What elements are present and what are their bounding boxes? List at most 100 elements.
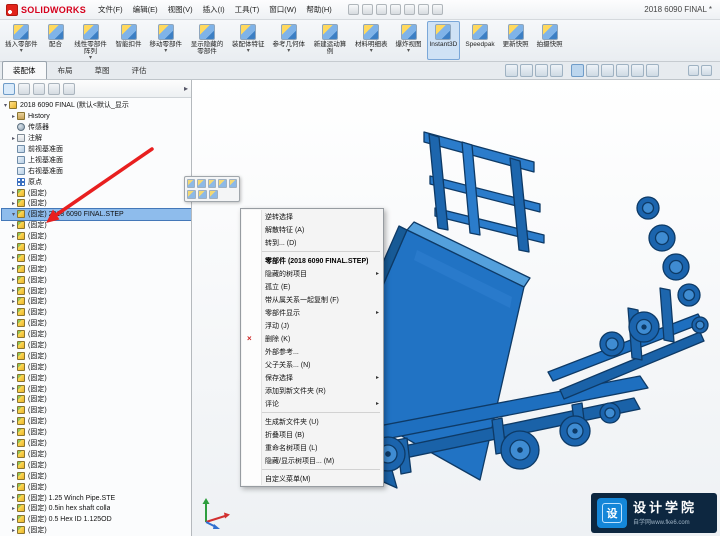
context-menu-item[interactable]: 解散特征 (A) [241, 223, 383, 236]
tree-item[interactable]: ▸(固定) [2, 274, 191, 285]
tab-layout[interactable]: 布局 [47, 61, 84, 79]
dropdown-arrow-icon[interactable]: ▾ [164, 48, 167, 54]
edit-feature-icon[interactable] [187, 179, 195, 188]
tree-item[interactable]: ▸注解 [2, 133, 191, 144]
edit-appearance-icon[interactable] [616, 64, 629, 77]
print-icon[interactable] [390, 4, 401, 15]
cmd-button-take-snapshot[interactable]: 拍摄快照 [534, 21, 566, 60]
save-icon[interactable] [376, 4, 387, 15]
expand-arrow-icon[interactable]: ▸ [10, 461, 17, 468]
tree-item[interactable]: 传感器 [2, 122, 191, 133]
expand-arrow-icon[interactable]: ▸ [10, 276, 17, 283]
tree-item[interactable]: ▸(固定) [2, 296, 191, 307]
cmd-button-move-component[interactable]: 移动零部件▾ [147, 21, 186, 60]
cmd-button-show-hidden-components[interactable]: 显示隐藏的零部件 [187, 21, 227, 60]
context-menu-item[interactable]: ×删除 (K) [241, 332, 383, 345]
expand-arrow-icon[interactable]: ▸ [10, 374, 17, 381]
tree-item[interactable]: ▸(固定) [2, 252, 191, 263]
cmd-button-instant3d[interactable]: Instant3D [427, 21, 461, 60]
view-settings-icon[interactable] [646, 64, 659, 77]
tree-item[interactable]: ▸(固定) [2, 285, 191, 296]
tree-item[interactable]: ▸(固定) [2, 427, 191, 438]
expand-arrow-icon[interactable]: ▸ [10, 189, 17, 196]
menu-item[interactable]: 编辑(E) [129, 2, 162, 17]
expand-arrow-icon[interactable]: ▸ [10, 407, 17, 414]
isolate-icon[interactable] [187, 190, 196, 199]
tree-item[interactable]: ▸(固定) [2, 525, 191, 536]
cmd-button-linear-component-pattern[interactable]: 线性零部件阵列▾ [71, 21, 111, 60]
tree-item[interactable]: ▸(固定) [2, 318, 191, 329]
tree-item[interactable]: 上视基准面 [2, 154, 191, 165]
expand-arrow-icon[interactable]: ▸ [10, 298, 17, 305]
zoom-area-icon[interactable] [520, 64, 533, 77]
expand-arrow-icon[interactable]: ▸ [10, 320, 17, 327]
expand-arrow-icon[interactable]: ▸ [10, 450, 17, 457]
tab-evaluate[interactable]: 评估 [121, 61, 158, 79]
tree-item[interactable]: 原点 [2, 176, 191, 187]
delete-icon[interactable] [209, 190, 218, 199]
cmd-button-mate[interactable]: 配合 [43, 21, 69, 60]
context-menu-item[interactable]: 评论▸ [241, 397, 383, 410]
context-menu-item[interactable]: 带从属关系一起复制 (F) [241, 293, 383, 306]
context-menu-item[interactable]: 折叠项目 (B) [241, 428, 383, 441]
context-menu-item[interactable]: 逆转选择 [241, 210, 383, 223]
context-menu-item[interactable]: 重命名树项目 (L) [241, 441, 383, 454]
tree-item[interactable]: ▸(固定) [2, 416, 191, 427]
expand-arrow-icon[interactable]: ▸ [10, 287, 17, 294]
tree-item[interactable]: ▸(固定) [2, 263, 191, 274]
displaymanager-tab[interactable] [63, 83, 75, 95]
tree-item[interactable]: ▸(固定) [2, 438, 191, 449]
cmd-button-assembly-features[interactable]: 装配体特征▾ [229, 21, 268, 60]
tree-item[interactable]: 前视基准面 [2, 144, 191, 155]
expand-arrow-icon[interactable]: ▸ [10, 342, 17, 349]
rebuild-icon[interactable] [418, 4, 429, 15]
tree-item[interactable]: ▸(固定) [2, 340, 191, 351]
expand-arrow-icon[interactable]: ▸ [10, 200, 17, 207]
cmd-button-speedpak[interactable]: Speedpak [462, 21, 497, 60]
tree-item[interactable]: ▸(固定) [2, 383, 191, 394]
expand-arrow-icon[interactable]: ▸ [10, 516, 17, 523]
menu-item[interactable]: 工具(T) [231, 2, 264, 17]
menu-item[interactable]: 帮助(H) [302, 2, 335, 17]
undo-icon[interactable] [404, 4, 415, 15]
cmd-button-insert-components[interactable]: 插入零部件▾ [2, 21, 41, 60]
expand-arrow-icon[interactable]: ▸ [10, 233, 17, 240]
expand-arrow-icon[interactable]: ▸ [10, 222, 17, 229]
more-commands-icon[interactable] [229, 179, 237, 188]
cmd-button-smart-fasteners[interactable]: 智能扣件 [113, 21, 145, 60]
expand-arrow-icon[interactable]: ▸ [10, 331, 17, 338]
context-menu-item[interactable]: 生成新文件夹 (U) [241, 415, 383, 428]
featuremanager-tab[interactable] [3, 83, 15, 95]
apply-scene-icon[interactable] [631, 64, 644, 77]
cmd-button-reference-geometry[interactable]: 参考几何体▾ [270, 21, 309, 60]
expand-arrow-icon[interactable]: ▸ [10, 113, 17, 120]
expand-arrow-icon[interactable]: ▸ [10, 254, 17, 261]
menu-item[interactable]: 窗口(W) [265, 2, 300, 17]
context-menu-item[interactable]: 隐藏/显示树项目... (M) [241, 454, 383, 467]
tree-item[interactable]: 右视基准面 [2, 165, 191, 176]
tree-item[interactable]: ▸(固定) [2, 350, 191, 361]
tree-item[interactable]: ▸(固定) [2, 220, 191, 231]
expand-arrow-icon[interactable]: ▸ [10, 527, 17, 534]
cmd-button-bill-of-materials[interactable]: 材料明细表▾ [352, 21, 391, 60]
suppress-icon[interactable] [197, 179, 205, 188]
view-orientation-icon[interactable] [571, 64, 584, 77]
expand-arrow-icon[interactable]: ▸ [10, 385, 17, 392]
display-style-icon[interactable] [586, 64, 599, 77]
context-menu-item[interactable]: 保存选择▸ [241, 371, 383, 384]
dimxpertmanager-tab[interactable] [48, 83, 60, 95]
tree-item[interactable]: ▸(固定) [2, 187, 191, 198]
dropdown-arrow-icon[interactable]: ▾ [287, 48, 290, 54]
expand-arrow-icon[interactable]: ▸ [10, 429, 17, 436]
menu-item[interactable]: 插入(I) [199, 2, 229, 17]
expand-arrow-icon[interactable]: ▸ [10, 244, 17, 251]
expand-arrow-icon[interactable]: ▸ [10, 472, 17, 479]
tab-assembly[interactable]: 装配体 [2, 61, 47, 79]
context-menu-item[interactable]: 添加到新文件夹 (R) [241, 384, 383, 397]
tree-item[interactable]: ▸(固定) [2, 394, 191, 405]
tree-item[interactable]: ▸(固定) [2, 405, 191, 416]
menu-item[interactable]: 视图(V) [164, 2, 197, 17]
dropdown-arrow-icon[interactable]: ▾ [370, 48, 373, 54]
cmd-button-new-motion-study[interactable]: 新建运动算例 [310, 21, 350, 60]
zoom-fit-icon[interactable] [505, 64, 518, 77]
